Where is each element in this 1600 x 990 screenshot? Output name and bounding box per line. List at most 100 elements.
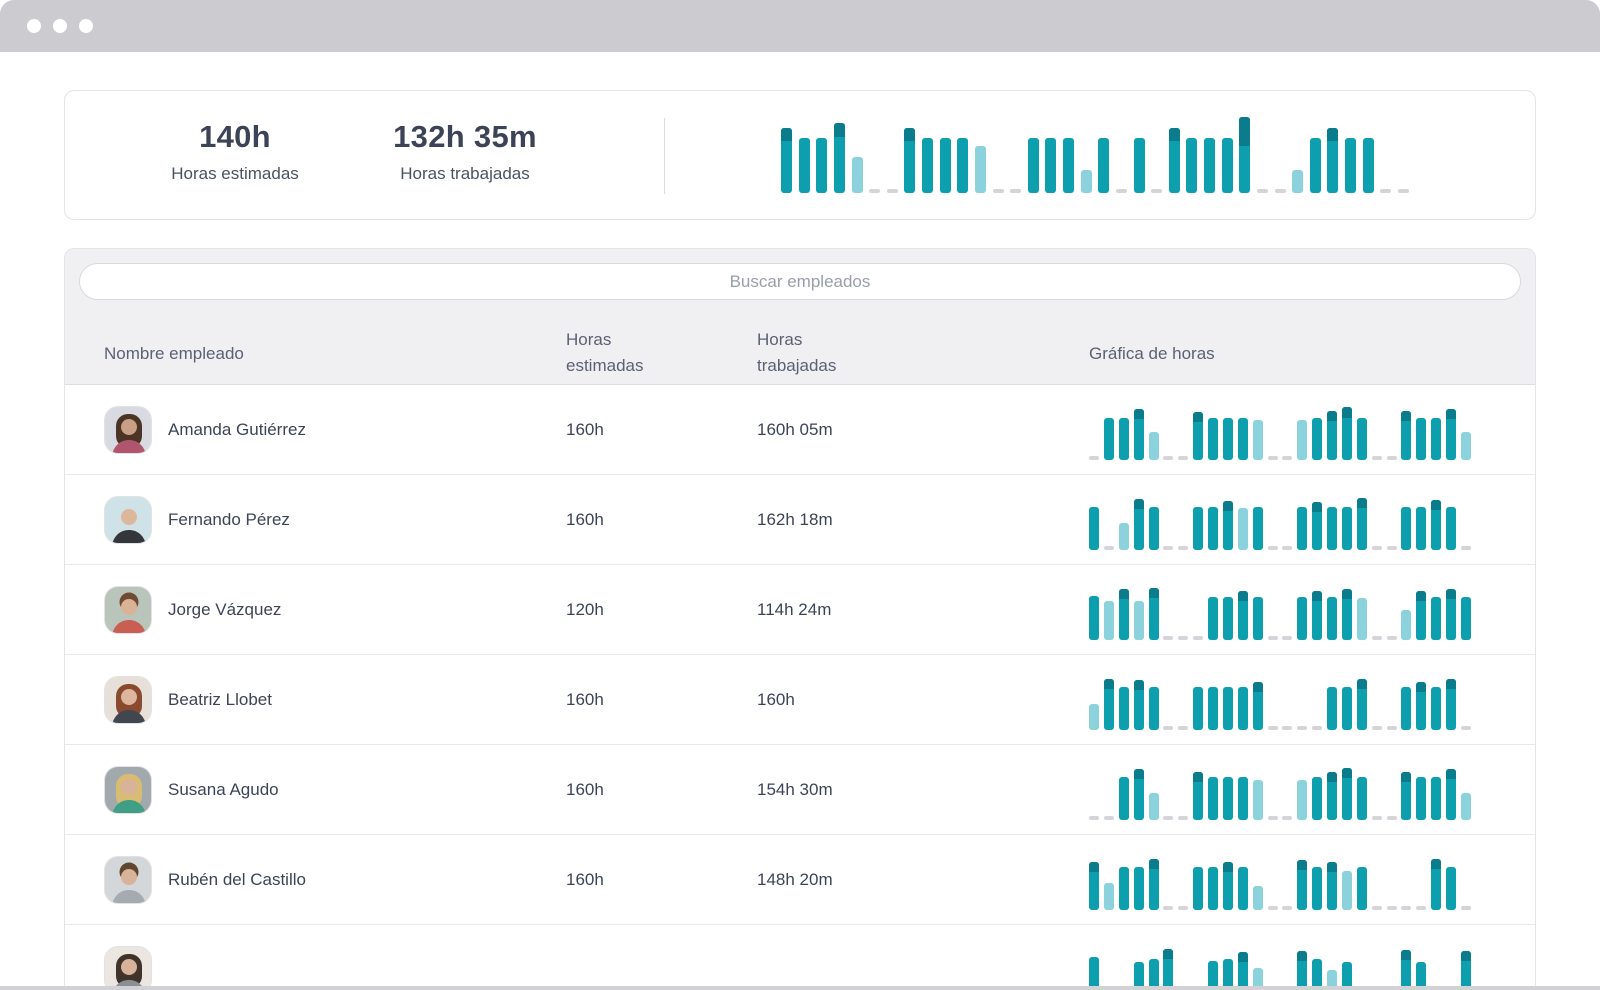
day-bar [1401, 772, 1411, 820]
avatar-image [105, 407, 152, 454]
day-bar [852, 157, 863, 193]
day-bar [1401, 687, 1411, 730]
day-bar [1297, 951, 1307, 990]
day-bar [1431, 597, 1441, 640]
day-bar [1312, 502, 1322, 550]
day-bar [1134, 601, 1144, 640]
window-control-close[interactable] [27, 19, 41, 33]
day-bar [1193, 507, 1203, 550]
day-bar [1345, 138, 1356, 193]
day-bar [1446, 589, 1456, 640]
day-bar [975, 146, 986, 193]
day-bar [1431, 418, 1441, 460]
table-row[interactable] [65, 925, 1535, 990]
no-work-dash [993, 189, 1004, 193]
overtime-cap [1253, 682, 1263, 692]
day-bar [1342, 507, 1352, 550]
window-control-maximize[interactable] [79, 19, 93, 33]
day-bar [1253, 420, 1263, 460]
overtime-cap [1134, 680, 1144, 690]
no-work-dash [1163, 906, 1173, 910]
day-bar [1239, 117, 1250, 193]
no-work-dash [1372, 546, 1382, 550]
day-bar [1193, 867, 1203, 910]
day-bar [1119, 589, 1129, 640]
table-row[interactable]: Susana Agudo 160h 154h 30m [65, 745, 1535, 835]
overtime-cap [1134, 409, 1144, 419]
overtime-cap [1431, 500, 1441, 510]
overtime-cap [1461, 951, 1471, 961]
table-row[interactable]: Jorge Vázquez 120h 114h 24m [65, 565, 1535, 655]
day-bar [1446, 507, 1456, 550]
day-bar [1342, 871, 1352, 910]
day-bar [1063, 138, 1074, 193]
overtime-cap [1342, 768, 1352, 778]
day-bar [1149, 793, 1159, 820]
overtime-cap [781, 128, 792, 141]
table-row[interactable]: Amanda Gutiérrez 160h 160h 05m [65, 385, 1535, 475]
worked-hours: 114h 24m [757, 565, 831, 655]
day-bar [799, 138, 810, 193]
window-control-minimize[interactable] [53, 19, 67, 33]
no-work-dash [1193, 636, 1203, 640]
day-bar [1223, 687, 1233, 730]
table-row[interactable]: Beatriz Llobet 160h 160h [65, 655, 1535, 745]
summary-divider [664, 118, 665, 194]
day-bar [1431, 687, 1441, 730]
day-bar [1028, 138, 1039, 193]
search-input[interactable] [79, 263, 1521, 300]
no-work-dash [1398, 189, 1409, 193]
day-bar [1104, 418, 1114, 460]
day-bar [1327, 772, 1337, 820]
estimated-hours: 160h [566, 745, 604, 835]
day-bar [1342, 768, 1352, 820]
no-work-dash [1268, 456, 1278, 460]
overtime-cap [1327, 128, 1338, 141]
no-work-dash [1163, 456, 1173, 460]
day-bar [904, 128, 915, 193]
overtime-cap [1193, 772, 1203, 782]
estimated-hours-value: 140h [199, 119, 271, 155]
no-work-dash [1104, 816, 1114, 820]
table-row[interactable]: Fernando Pérez 160h 162h 18m [65, 475, 1535, 565]
overtime-cap [1446, 679, 1456, 689]
no-work-dash [1178, 816, 1188, 820]
hours-chart [1089, 586, 1471, 640]
window-titlebar [0, 0, 1600, 52]
overtime-cap [1312, 591, 1322, 601]
column-header-estimated: Horas estimadas [566, 327, 686, 379]
overtime-cap [1134, 769, 1144, 779]
day-bar [1416, 777, 1426, 820]
no-work-dash [1372, 816, 1382, 820]
overtime-cap [1134, 499, 1144, 509]
day-bar [1310, 138, 1321, 193]
day-bar [1223, 862, 1233, 910]
employee-name: Beatriz Llobet [168, 655, 272, 745]
overtime-cap [1342, 407, 1352, 418]
no-work-dash [1151, 189, 1162, 193]
day-bar [1119, 418, 1129, 460]
day-bar [1461, 432, 1471, 460]
day-bar [1327, 507, 1337, 550]
overtime-cap [1312, 502, 1322, 512]
day-bar [1342, 407, 1352, 460]
day-bar [1238, 687, 1248, 730]
day-bar [1098, 138, 1109, 193]
day-bar [1119, 867, 1129, 910]
worked-hours: 148h 20m [757, 835, 833, 925]
day-bar [1431, 777, 1441, 820]
overtime-cap [1193, 412, 1203, 422]
table-row[interactable]: Rubén del Castillo 160h 148h 20m [65, 835, 1535, 925]
day-bar [1045, 138, 1056, 193]
day-bar [781, 128, 792, 193]
window-bottom-edge [0, 986, 1600, 990]
day-bar [1238, 952, 1248, 990]
column-header-name: Nombre empleado [104, 341, 244, 367]
column-header-worked: Horas trabajadas [757, 327, 877, 379]
day-bar [1238, 867, 1248, 910]
no-work-dash [1116, 189, 1127, 193]
day-bar [1119, 777, 1129, 820]
day-bar [1149, 687, 1159, 730]
hours-chart [1089, 676, 1471, 730]
estimated-hours: 120h [566, 565, 604, 655]
